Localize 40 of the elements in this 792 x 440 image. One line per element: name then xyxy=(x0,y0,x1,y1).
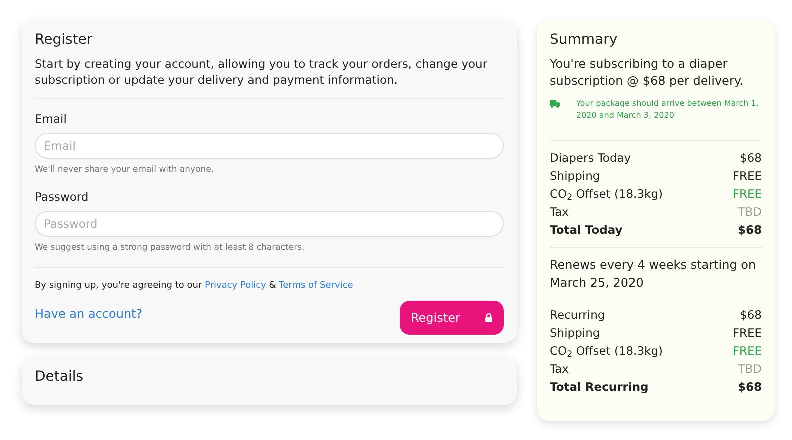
line-label: Shipping xyxy=(550,324,600,342)
terms-link[interactable]: Terms of Service xyxy=(279,280,354,291)
card-title: Summary xyxy=(550,32,619,49)
register-button[interactable]: Register xyxy=(400,301,504,336)
line-label: Total Recurring xyxy=(550,378,649,396)
intro-text: You're subscribing to a diaper subscription @ $68 per delivery. xyxy=(550,56,745,90)
intro-text: Start by creating your account, allowing you to track your orders, change your subscription or update your delivery and payment information. xyxy=(35,56,489,88)
help-text: We suggest using a strong password with at least 8 characters. xyxy=(35,242,306,255)
input-field[interactable]: Password xyxy=(35,211,504,238)
lock-icon xyxy=(485,313,493,324)
card-title: Details xyxy=(35,369,85,386)
line-label: Tax xyxy=(550,204,569,221)
line-label: Recurring xyxy=(550,306,606,324)
line-label: Shipping xyxy=(550,168,600,185)
delivery-note: Your package should arrive between March 1, 2020 and March 3, 2020 xyxy=(576,98,760,122)
line-value: $68 xyxy=(740,306,762,324)
line-value: $68 xyxy=(738,378,762,396)
line-label: Diapers Today xyxy=(550,150,632,167)
line-label: CO$_{2}$ Offset (18.3kg) xyxy=(550,186,663,203)
truck-icon xyxy=(550,98,560,110)
line-value: FREE xyxy=(732,168,762,185)
card-title: Register xyxy=(35,32,94,49)
terms-link[interactable]: Privacy Policy xyxy=(205,280,266,291)
line-value: TBD xyxy=(738,360,762,378)
line-value: FREE xyxy=(732,186,762,203)
account-link[interactable]: Have an account? xyxy=(35,305,143,324)
help-text: We'll never share your email with anyone. xyxy=(35,164,216,177)
renewal-text: Renews every 4 weeks starting on March 25, 2020 xyxy=(550,256,758,292)
line-value: FREE xyxy=(732,324,762,342)
field-label: Password xyxy=(35,188,90,206)
line-value: $68 xyxy=(738,222,762,239)
line-value: $68 xyxy=(740,150,762,167)
terms-text: By signing up, you're agreeing to our Privacy Policy & Terms of Service xyxy=(35,280,354,293)
line-value: TBD xyxy=(738,204,762,221)
line-label: Tax xyxy=(550,360,569,378)
input-field[interactable]: Email xyxy=(35,133,504,160)
line-label: CO$_{2}$ Offset (18.3kg) xyxy=(550,342,663,360)
line-value: FREE xyxy=(732,342,762,360)
line-label: Total Today xyxy=(550,222,623,239)
field-label: Email xyxy=(35,110,68,128)
